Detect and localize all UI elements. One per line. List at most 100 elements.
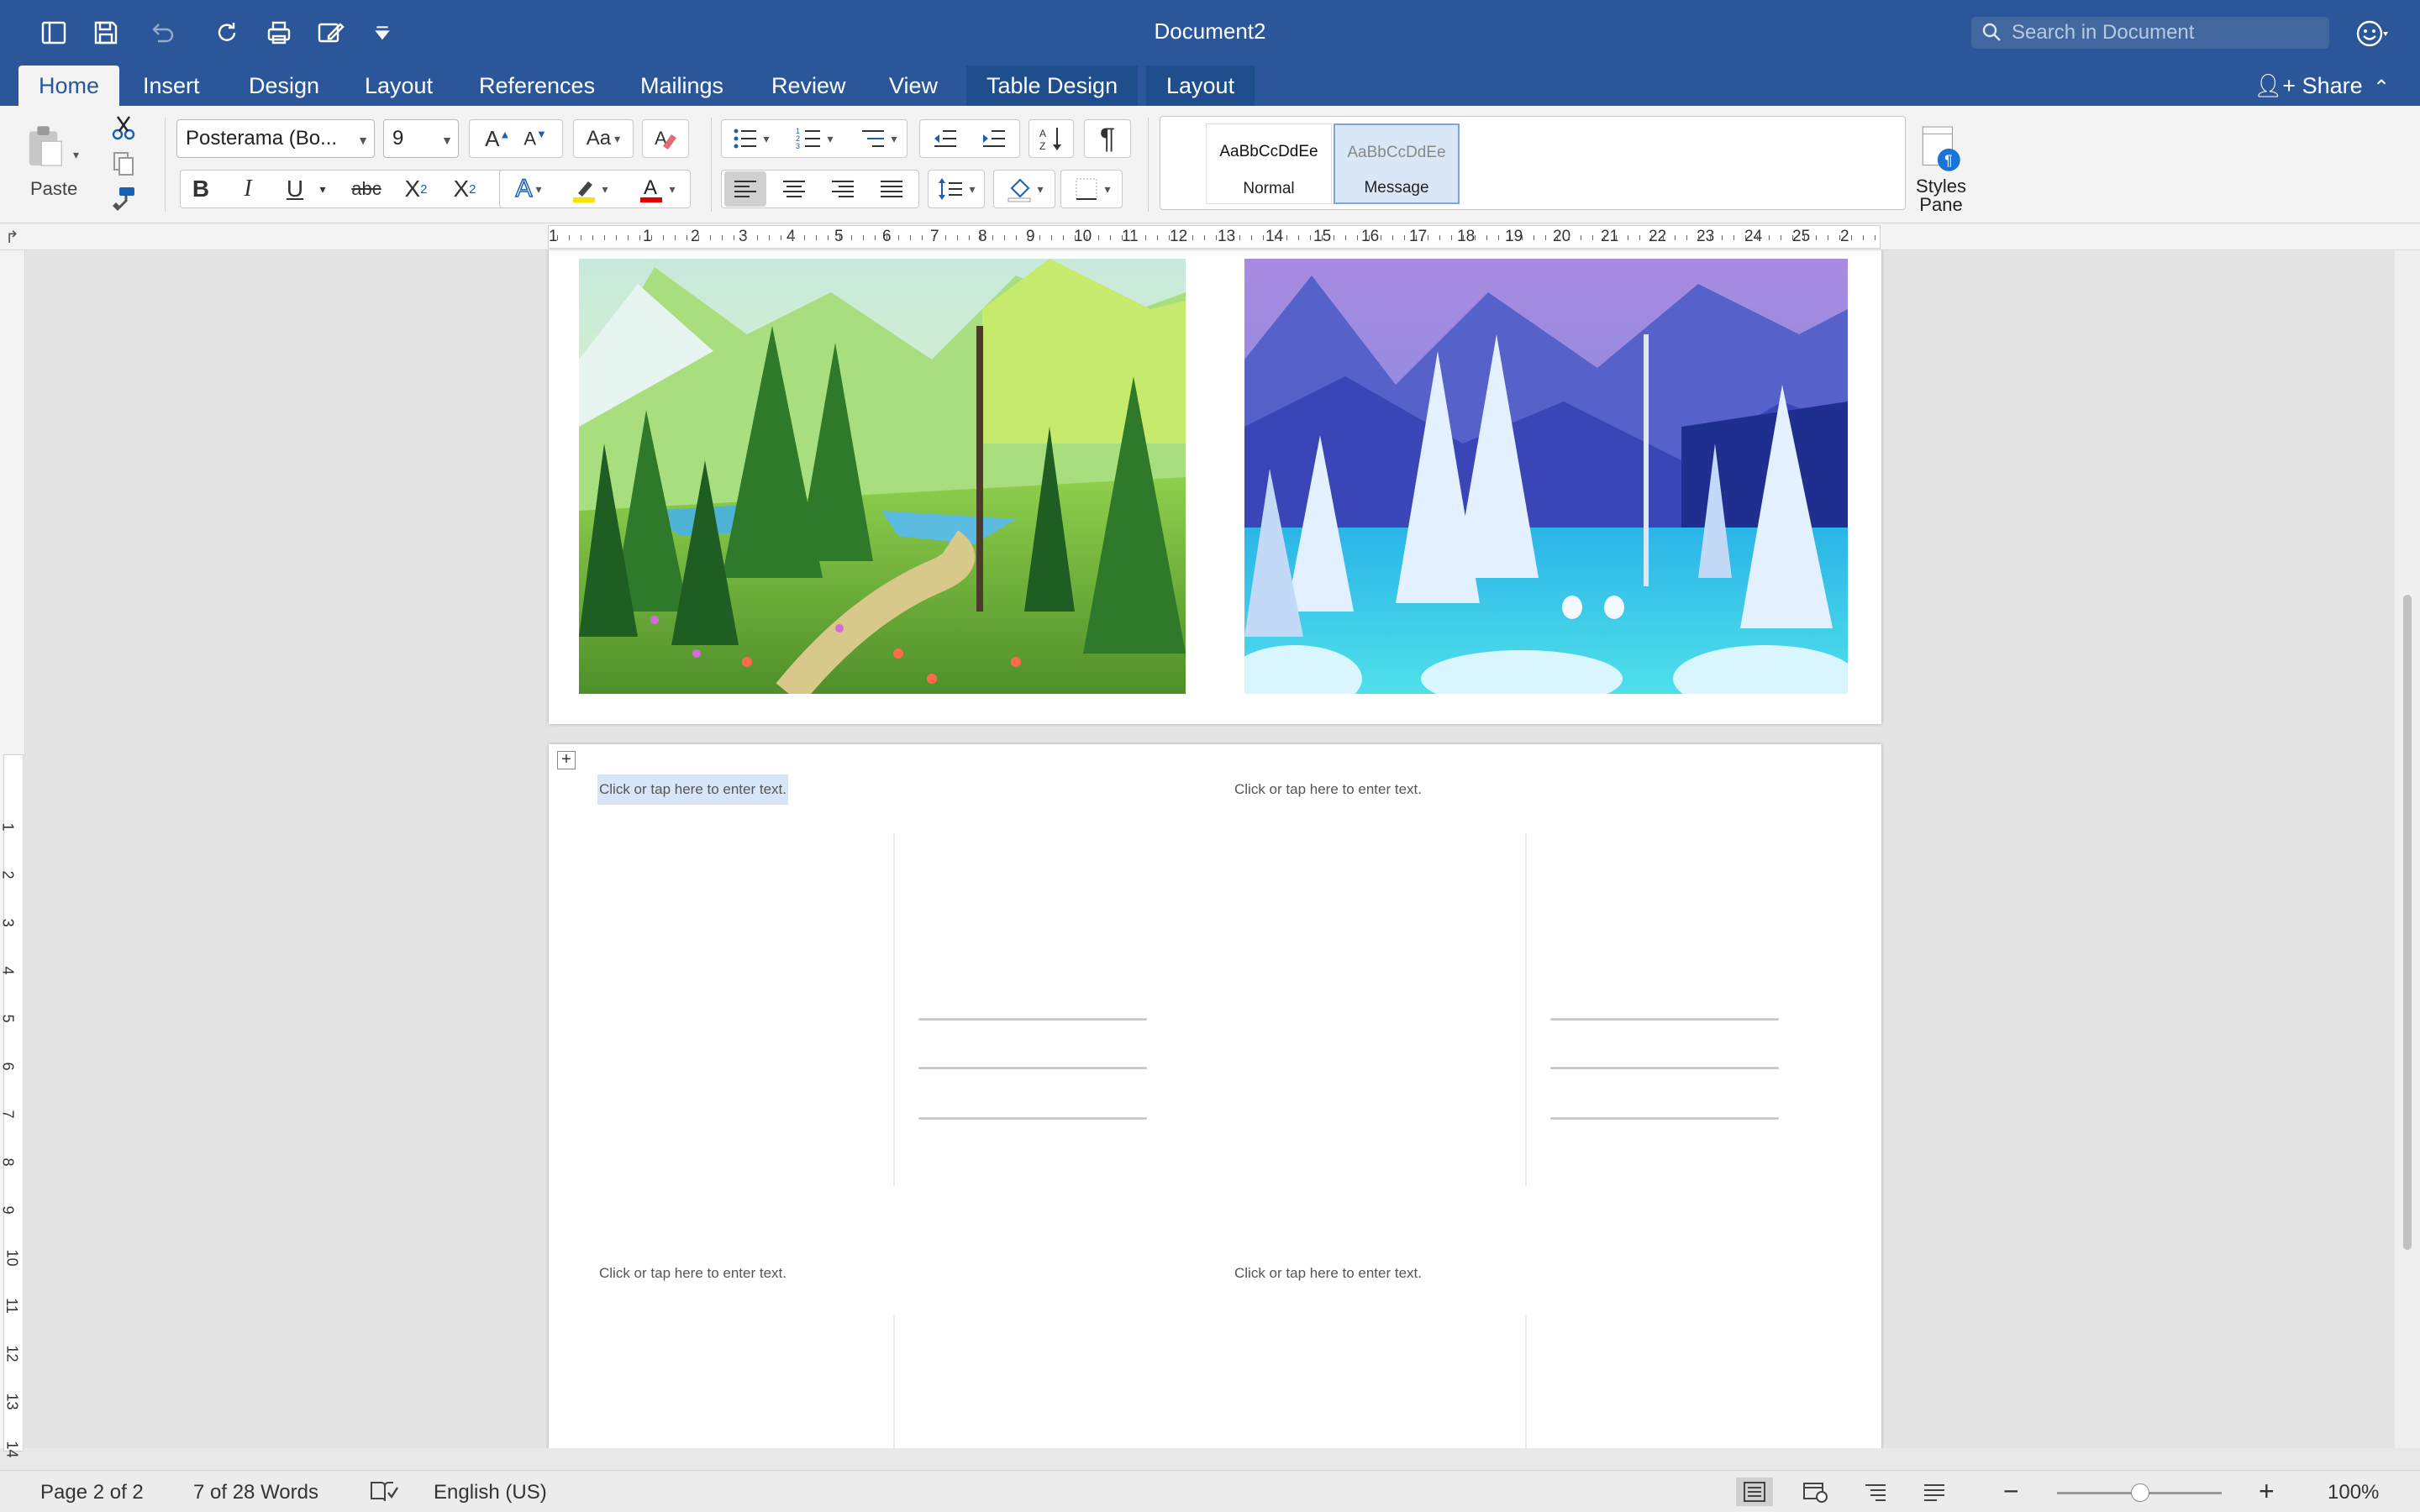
- increase-indent-icon[interactable]: [971, 121, 1017, 156]
- tab-references[interactable]: References: [459, 66, 615, 106]
- font-name-combo[interactable]: Posterama (Bo... ▼: [176, 119, 375, 158]
- zoom-slider-thumb[interactable]: [2131, 1483, 2149, 1502]
- superscript-button[interactable]: X2: [444, 171, 486, 207]
- undo-icon[interactable]: [139, 15, 183, 50]
- font-size-combo[interactable]: 9 ▼: [383, 119, 459, 158]
- decrease-font-size-icon[interactable]: A▼: [517, 128, 554, 150]
- ribbon-tabs: Home Insert Design Layout References Mai…: [0, 66, 2420, 106]
- web-layout-view-icon[interactable]: [1797, 1478, 1833, 1506]
- cut-icon[interactable]: [106, 111, 141, 144]
- ruler-tick: [828, 235, 829, 240]
- vertical-scrollbar[interactable]: [2395, 250, 2420, 1448]
- tab-table-design[interactable]: Table Design: [966, 66, 1139, 106]
- collapse-ribbon-icon[interactable]: ⌃: [2373, 76, 2390, 100]
- bullets-button[interactable]: ▾: [724, 121, 776, 156]
- tab-mailings[interactable]: Mailings: [620, 66, 744, 106]
- edit-document-icon[interactable]: [313, 15, 348, 50]
- print-layout-view-icon[interactable]: [1736, 1478, 1773, 1506]
- highlight-color-button[interactable]: ▾: [560, 171, 618, 207]
- ruler-tick: [992, 235, 993, 240]
- font-color-button[interactable]: A ▾: [627, 171, 686, 207]
- tab-layout[interactable]: Layout: [345, 66, 453, 106]
- style-normal[interactable]: AaBbCcDdEe Normal: [1206, 123, 1332, 204]
- feedback-smiley-icon[interactable]: [2354, 17, 2388, 50]
- sidebar-toggle-icon[interactable]: [37, 15, 71, 50]
- increase-font-size-icon[interactable]: A▲: [478, 126, 517, 152]
- zoom-out-button[interactable]: −: [2003, 1476, 2019, 1507]
- tab-review[interactable]: Review: [751, 66, 866, 106]
- line-spacing-button[interactable]: ▾: [928, 170, 985, 208]
- document-canvas[interactable]: + Click or tap here to enter text. Click…: [26, 250, 2395, 1448]
- styles-pane-button[interactable]: ¶ Styles Pane: [1911, 116, 1971, 223]
- underline-button[interactable]: U: [277, 171, 313, 207]
- scrollbar-thumb[interactable]: [2403, 595, 2412, 1250]
- winter-forest-image[interactable]: [1244, 259, 1848, 694]
- font-color-icon: A: [640, 176, 663, 202]
- tab-design[interactable]: Design: [229, 66, 339, 106]
- zoom-level[interactable]: 100%: [2328, 1481, 2379, 1504]
- subscript-button[interactable]: X2: [395, 171, 437, 207]
- align-center-icon[interactable]: [773, 171, 815, 207]
- change-case-button[interactable]: Aa ▾: [573, 119, 634, 158]
- align-right-icon[interactable]: [822, 171, 864, 207]
- draft-view-icon[interactable]: [1916, 1478, 1953, 1506]
- table-move-handle-icon[interactable]: +: [557, 751, 576, 769]
- decrease-indent-icon[interactable]: [923, 121, 968, 156]
- style-message[interactable]: AaBbCcDdEe Message: [1334, 123, 1460, 204]
- show-formatting-marks-icon[interactable]: ¶: [1084, 119, 1131, 158]
- borders-button[interactable]: ▾: [1060, 170, 1123, 208]
- align-left-icon[interactable]: [724, 171, 766, 207]
- content-control-placeholder[interactable]: Click or tap here to enter text.: [1233, 1258, 1423, 1289]
- tab-stop-selector-icon[interactable]: ↱: [5, 227, 19, 248]
- copy-icon[interactable]: [106, 146, 141, 180]
- search-input[interactable]: Search in Document: [1971, 17, 2329, 49]
- highlighter-icon: [573, 181, 596, 202]
- ruler-number: 10: [3, 1249, 21, 1267]
- sort-icon[interactable]: AZ: [1028, 119, 1074, 158]
- multilevel-list-button[interactable]: ▾: [850, 121, 906, 156]
- clear-formatting-icon[interactable]: A: [642, 119, 689, 158]
- justify-icon[interactable]: [871, 171, 913, 207]
- text-effects-icon: A: [515, 174, 534, 203]
- tab-insert[interactable]: Insert: [123, 66, 220, 106]
- underline-dropdown-icon[interactable]: ▾: [314, 171, 331, 207]
- customize-toolbar-icon[interactable]: [370, 15, 395, 50]
- outline-view-icon[interactable]: [1857, 1478, 1894, 1506]
- summer-forest-image[interactable]: [579, 259, 1186, 694]
- ruler-tick: [722, 235, 723, 240]
- content-control-placeholder[interactable]: Click or tap here to enter text.: [597, 774, 788, 805]
- strikethrough-button[interactable]: abc: [343, 171, 390, 207]
- language-status[interactable]: English (US): [434, 1481, 547, 1504]
- content-control-placeholder[interactable]: Click or tap here to enter text.: [1233, 774, 1423, 805]
- font-size-value: 9: [392, 127, 404, 150]
- proofing-book-icon[interactable]: [370, 1479, 399, 1510]
- content-control-placeholder[interactable]: Click or tap here to enter text.: [597, 1258, 788, 1289]
- zoom-in-button[interactable]: +: [2259, 1476, 2275, 1507]
- shading-button[interactable]: ▾: [993, 170, 1055, 208]
- vertical-ruler[interactable]: 1 2 3 4 5 6 7 8 9 10 11 12 13 14: [0, 250, 25, 1458]
- tab-home[interactable]: Home: [18, 66, 120, 106]
- print-icon[interactable]: [262, 15, 296, 50]
- page-count[interactable]: Page 2 of 2: [40, 1481, 144, 1504]
- ruler-tick: [1816, 235, 1817, 240]
- redo-icon[interactable]: [210, 15, 244, 50]
- ruler-tick: [1145, 235, 1146, 240]
- ruler-tick: [1075, 235, 1076, 240]
- text-effects-button[interactable]: A ▾: [502, 171, 555, 207]
- ruler-tick: [863, 235, 864, 240]
- tab-view[interactable]: View: [869, 66, 958, 106]
- word-count[interactable]: 7 of 28 Words: [193, 1481, 318, 1504]
- numbering-button[interactable]: 1 2 3 ▾: [785, 121, 844, 156]
- bold-button[interactable]: B: [183, 171, 218, 207]
- save-icon[interactable]: [89, 15, 123, 50]
- format-painter-icon[interactable]: [106, 181, 141, 215]
- horizontal-ruler[interactable]: 1123456789101112131415161718192021222324…: [548, 225, 1881, 249]
- paste-button[interactable]: ▾: [18, 116, 79, 175]
- tab-table-layout[interactable]: Layout: [1146, 66, 1255, 106]
- italic-button[interactable]: I: [230, 171, 266, 207]
- share-label: Share: [2302, 73, 2363, 98]
- ruler-tick: [1498, 235, 1499, 240]
- share-button[interactable]: 👤︎+ Share: [2254, 66, 2363, 106]
- ruler-tick: [1486, 235, 1487, 240]
- ruler-number: 7: [930, 228, 939, 245]
